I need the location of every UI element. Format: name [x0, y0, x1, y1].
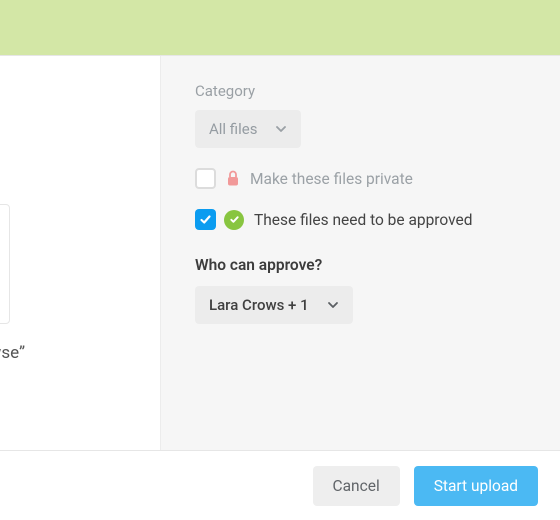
category-label: Category	[195, 82, 526, 100]
dropzone-hint: ck “Browse” em.	[0, 340, 160, 393]
private-checkbox[interactable]	[195, 168, 216, 189]
approver-select[interactable]: Lara Crows + 1	[195, 286, 353, 324]
top-banner	[0, 0, 560, 55]
start-upload-button[interactable]: Start upload	[414, 466, 538, 506]
approver-heading: Who can approve?	[195, 256, 526, 274]
approve-option-row: These files need to be approved	[195, 209, 526, 230]
chevron-down-icon	[327, 299, 339, 311]
category-select[interactable]: All files	[195, 110, 301, 148]
private-label: Make these files private	[250, 170, 413, 188]
footer: Cancel Start upload	[0, 450, 560, 520]
dropzone-hint-line1: ck “Browse”	[0, 343, 25, 363]
settings-pane: Category All files Make these files priv…	[160, 56, 560, 450]
dropzone-box[interactable]	[0, 204, 10, 324]
category-selected-value: All files	[209, 120, 257, 138]
cancel-button[interactable]: Cancel	[313, 466, 400, 506]
check-icon	[199, 213, 212, 226]
chevron-down-icon	[275, 123, 287, 135]
lock-icon	[226, 170, 240, 187]
approve-checkbox[interactable]	[195, 209, 216, 230]
left-pane: ck “Browse” em.	[0, 56, 160, 450]
approver-selected-value: Lara Crows + 1	[209, 296, 309, 314]
private-option-row: Make these files private	[195, 168, 526, 189]
approve-label: These files need to be approved	[254, 211, 472, 229]
content-area: ck “Browse” em. Category All files Make …	[0, 55, 560, 450]
approve-badge-icon	[224, 210, 244, 230]
